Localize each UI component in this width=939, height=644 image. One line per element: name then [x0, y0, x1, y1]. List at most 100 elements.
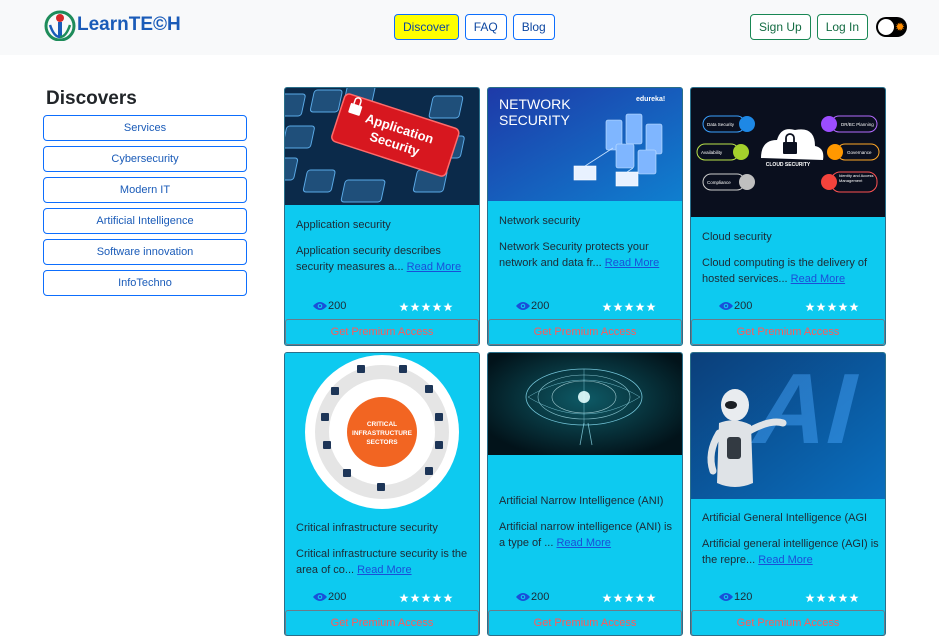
star-rating	[602, 593, 656, 603]
image-text-edureka: edureka!	[636, 96, 665, 103]
image-text-infrastructure: INFRASTRUCTURE	[352, 430, 413, 437]
card-image: CLOUD SECURITY Data Security Availabilit…	[691, 88, 885, 217]
views-value: 200	[531, 300, 550, 312]
image-label-availability: Availability	[701, 150, 723, 155]
nav-faq-button[interactable]: FAQ	[464, 14, 507, 40]
read-more-link[interactable]: Read More	[556, 537, 610, 549]
brand[interactable]: LearnTE©H	[44, 9, 181, 41]
card-description: Network Security protects your network a…	[499, 239, 677, 271]
image-text-critical: CRITICAL	[367, 421, 397, 428]
card-description: Critical infrastructure security is the …	[296, 546, 474, 578]
views-value: 200	[531, 591, 550, 603]
star-icon	[816, 593, 826, 603]
star-icon	[602, 593, 612, 603]
star-icon	[849, 302, 859, 312]
star-icon	[838, 302, 848, 312]
nav-discover-button[interactable]: Discover	[394, 14, 459, 40]
eye-icon	[313, 302, 327, 310]
eye-icon	[313, 593, 327, 601]
sun-icon: ✹	[895, 20, 906, 34]
read-more-link[interactable]: Read More	[758, 554, 812, 566]
views-value: 200	[328, 591, 347, 603]
sidebar-item-services[interactable]: Services	[43, 115, 247, 141]
star-icon	[635, 302, 645, 312]
star-icon	[399, 593, 409, 603]
image-label-governance: Governance	[847, 150, 872, 155]
sign-up-button[interactable]: Sign Up	[750, 14, 811, 40]
get-premium-access-button[interactable]: Get Premium Access	[285, 319, 479, 345]
sidebar-title: Discovers	[46, 88, 137, 109]
read-more-link[interactable]: Read More	[357, 564, 411, 576]
star-icon	[613, 593, 623, 603]
card-description: Artificial narrow intelligence (ANI) is …	[499, 519, 677, 551]
star-icon	[443, 593, 453, 603]
views-count: 200	[516, 300, 549, 312]
views-count: 120	[719, 591, 752, 603]
sidebar-item-software-innovation[interactable]: Software innovation	[43, 239, 247, 265]
read-more-link[interactable]: Read More	[791, 273, 845, 285]
card-description: Cloud computing is the delivery of hoste…	[702, 255, 880, 287]
eye-icon	[719, 302, 733, 310]
card-image	[488, 353, 682, 455]
image-label-data-security: Data Security	[707, 122, 735, 127]
card-image: AI	[691, 353, 885, 499]
sidebar-item-artificial-intelligence[interactable]: Artificial Intelligence	[43, 208, 247, 234]
nav-blog-button[interactable]: Blog	[512, 14, 555, 40]
eye-icon	[516, 593, 530, 601]
card-artificial-general-intelligence: AI Artificial General Intelligence (AGI …	[690, 352, 886, 636]
star-icon	[838, 593, 848, 603]
card-image: CRITICAL INFRASTRUCTURE SECTORS	[285, 353, 479, 511]
log-in-button[interactable]: Log In	[816, 14, 869, 40]
views-value: 200	[734, 300, 753, 312]
star-rating	[399, 302, 453, 312]
get-premium-access-button[interactable]: Get Premium Access	[488, 319, 682, 345]
views-count: 200	[719, 300, 752, 312]
sidebar-item-infotechno[interactable]: InfoTechno	[43, 270, 247, 296]
card-image: NETWORK SECURITY edureka!	[488, 88, 682, 201]
get-premium-access-button[interactable]: Get Premium Access	[488, 610, 682, 635]
image-text-network: NETWORK	[499, 96, 571, 112]
star-icon	[624, 593, 634, 603]
star-rating	[399, 593, 453, 603]
card-network-security: NETWORK SECURITY edureka! Network securi…	[487, 87, 683, 346]
views-count: 200	[516, 591, 549, 603]
card-title: Artificial Narrow Intelligence (ANI)	[499, 495, 664, 507]
card-description: Artificial general intelligence (AGI) is…	[702, 536, 880, 568]
image-label-dr-bc-planning: DR/BC Planning	[841, 122, 874, 127]
eye-icon	[516, 302, 530, 310]
image-label-compliance: Compliance	[707, 180, 731, 185]
star-icon	[805, 302, 815, 312]
card-artificial-narrow-intelligence: Artificial Narrow Intelligence (ANI) Art…	[487, 352, 683, 636]
star-icon	[635, 593, 645, 603]
top-navbar: LearnTE©H Discover FAQ Blog Sign Up Log …	[0, 0, 939, 55]
card-title: Artificial General Intelligence (AGI	[702, 512, 868, 524]
image-text-security: SECURITY	[499, 112, 570, 128]
get-premium-access-button[interactable]: Get Premium Access	[691, 610, 885, 635]
star-icon	[410, 593, 420, 603]
sidebar-item-cybersecurity[interactable]: Cybersecurity	[43, 146, 247, 172]
get-premium-access-button[interactable]: Get Premium Access	[285, 610, 479, 635]
star-icon	[421, 302, 431, 312]
read-more-link[interactable]: Read More	[407, 261, 461, 273]
card-critical-infrastructure: CRITICAL INFRASTRUCTURE SECTORS Critical…	[284, 352, 480, 636]
sidebar-item-modern-it[interactable]: Modern IT	[43, 177, 247, 203]
star-icon	[624, 302, 634, 312]
toggle-knob	[878, 19, 894, 35]
auth-buttons: Sign Up Log In	[750, 14, 869, 40]
card-description: Application security describes security …	[296, 243, 474, 275]
theme-toggle[interactable]: ✹	[876, 17, 907, 37]
brand-name: LearnTE©H	[77, 14, 181, 35]
card-application-security: Application Security Application securit…	[284, 87, 480, 346]
views-value: 200	[328, 300, 347, 312]
star-icon	[602, 302, 612, 312]
card-title: Cloud security	[702, 231, 772, 243]
views-count: 200	[313, 300, 346, 312]
card-cloud-security: CLOUD SECURITY Data Security Availabilit…	[690, 87, 886, 346]
star-icon	[816, 302, 826, 312]
card-image: Application Security	[285, 88, 479, 205]
star-icon	[805, 593, 815, 603]
star-icon	[399, 302, 409, 312]
card-title: Application security	[296, 219, 391, 231]
read-more-link[interactable]: Read More	[605, 257, 659, 269]
get-premium-access-button[interactable]: Get Premium Access	[691, 319, 885, 345]
